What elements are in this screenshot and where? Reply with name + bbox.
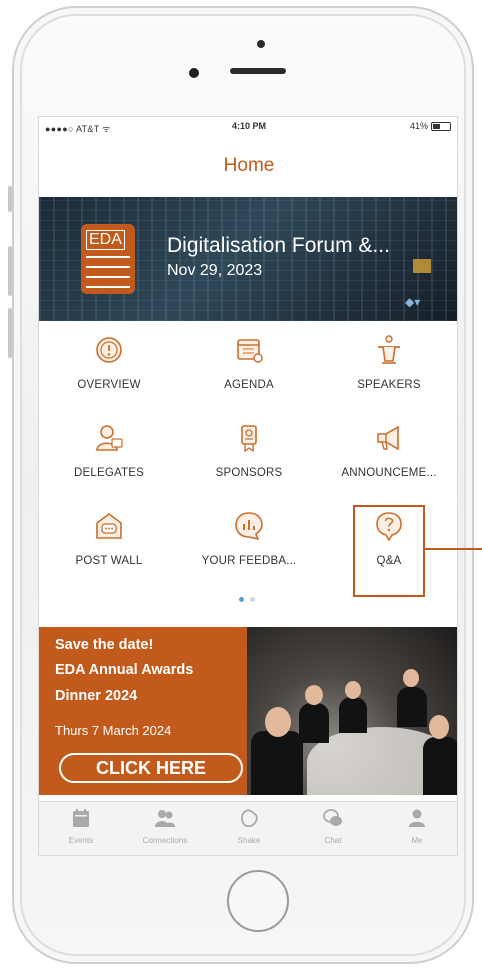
event-title: Digitalisation Forum &... xyxy=(167,234,390,257)
status-time: 4:10 PM xyxy=(231,121,266,131)
calendar-icon xyxy=(237,339,263,363)
app-screen: ●●●●○ AT&T ᯤ 4:10 PM 41% Home EDA Digita… xyxy=(38,116,458,856)
logo-line xyxy=(86,286,130,288)
shake-icon xyxy=(241,809,258,827)
menu-item-post-wall[interactable]: POST WALL xyxy=(39,505,179,591)
eda-logo: EDA xyxy=(81,224,135,294)
tab-connections[interactable]: Connections xyxy=(123,806,207,845)
front-camera xyxy=(189,68,199,78)
tab-me[interactable]: Me xyxy=(375,806,457,845)
feedback-chart-icon xyxy=(235,512,263,541)
menu-item-announcements[interactable]: ANNOUNCEME... xyxy=(319,417,457,503)
menu-item-label: ANNOUNCEME... xyxy=(341,467,437,479)
mute-switch xyxy=(8,186,12,212)
click-here-button[interactable]: CLICK HERE xyxy=(59,753,243,783)
badge-icon xyxy=(241,425,257,453)
menu-item-label: YOUR FEEDBA... xyxy=(201,555,297,567)
page-title: Home xyxy=(223,155,275,176)
tab-label: Me xyxy=(411,836,423,845)
podium-icon xyxy=(378,335,400,364)
menu-item-label: AGENDA xyxy=(224,379,274,391)
photo-person xyxy=(423,737,457,795)
promo-date: Thurs 7 March 2024 xyxy=(55,723,172,738)
chat-icon xyxy=(323,809,342,826)
page-dot xyxy=(250,597,255,602)
promo-line-3: Dinner 2024 xyxy=(55,688,138,704)
menu-item-delegates[interactable]: DELEGATES xyxy=(39,417,179,503)
qa-highlight-box xyxy=(353,505,425,597)
photo-face xyxy=(403,669,419,687)
promo-text-panel: Save the date! EDA Annual Awards Dinner … xyxy=(39,627,247,795)
tab-shake[interactable]: Shake xyxy=(207,806,291,845)
people-icon xyxy=(96,425,123,451)
promo-line-1: Save the date! xyxy=(55,637,154,653)
page-dot-active xyxy=(239,597,244,602)
photo-face xyxy=(305,685,323,705)
logo-line xyxy=(86,266,130,268)
menu-item-label: SPONSORS xyxy=(215,467,283,479)
proximity-sensor xyxy=(257,40,265,48)
menu-item-agenda[interactable]: AGENDA xyxy=(179,329,319,415)
menu-item-sponsors[interactable]: SPONSORS xyxy=(179,417,319,503)
photo-face xyxy=(429,715,449,739)
photo-person xyxy=(339,697,367,733)
event-date: Nov 29, 2023 xyxy=(167,262,263,279)
photo-face xyxy=(265,707,291,737)
map-icon xyxy=(413,259,431,273)
qa-callout-line xyxy=(425,548,482,550)
eda-logo-text: EDA xyxy=(86,230,125,250)
battery-percent: 41% xyxy=(409,121,428,131)
menu-item-overview[interactable]: OVERVIEW xyxy=(39,329,179,415)
menu-item-label: OVERVIEW xyxy=(77,379,141,391)
page-indicator[interactable] xyxy=(239,597,255,602)
diamond-icon: ◆▾ xyxy=(405,295,421,309)
menu-item-your-feedback[interactable]: YOUR FEEDBA... xyxy=(179,505,319,591)
tab-label: Events xyxy=(68,836,94,845)
battery-icon xyxy=(431,121,451,131)
post-wall-icon xyxy=(96,513,122,539)
profile-icon xyxy=(409,809,425,827)
tab-label: Connections xyxy=(142,836,188,845)
logo-line xyxy=(86,276,130,278)
tab-label: Shake xyxy=(237,836,261,845)
menu-item-label: SPEAKERS xyxy=(357,379,421,391)
status-bar: ●●●●○ AT&T ᯤ 4:10 PM 41% xyxy=(39,117,457,137)
connections-icon xyxy=(155,810,175,827)
menu-item-label: POST WALL xyxy=(75,555,143,567)
phone-mockup: ●●●●○ AT&T ᯤ 4:10 PM 41% Home EDA Digita… xyxy=(0,0,482,970)
photo-person xyxy=(397,687,427,727)
event-banner[interactable]: EDA Digitalisation Forum &... Nov 29, 20… xyxy=(39,197,457,321)
calendar-icon xyxy=(73,809,89,827)
photo-person xyxy=(299,703,329,743)
earpiece-speaker xyxy=(230,68,286,74)
logo-line xyxy=(86,256,130,258)
photo-face xyxy=(345,681,361,699)
dinner-photo xyxy=(247,627,457,795)
promo-line-2: EDA Annual Awards xyxy=(55,662,194,678)
menu-item-label: DELEGATES xyxy=(74,467,144,479)
volume-down-button xyxy=(8,308,12,358)
megaphone-icon xyxy=(377,425,399,451)
home-button[interactable] xyxy=(227,870,289,932)
tab-events[interactable]: Events xyxy=(39,806,123,845)
menu-item-speakers[interactable]: SPEAKERS xyxy=(319,329,457,415)
photo-person xyxy=(251,731,303,795)
volume-up-button xyxy=(8,246,12,296)
battery-indicator: 41% xyxy=(410,121,451,131)
promo-banner[interactable]: Save the date! EDA Annual Awards Dinner … xyxy=(39,627,457,795)
tab-chat[interactable]: Chat xyxy=(291,806,375,845)
tab-bar: Events Connections Shake Chat Me xyxy=(39,801,457,855)
info-icon xyxy=(96,337,122,363)
tab-label: Chat xyxy=(324,836,342,845)
